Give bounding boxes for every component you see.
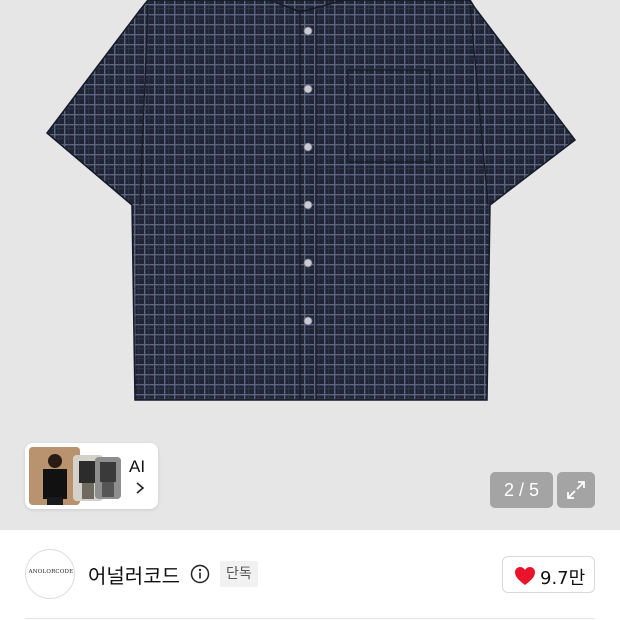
exclusive-badge: 단독 bbox=[220, 561, 258, 587]
brand-name[interactable]: 어널러코드 bbox=[88, 560, 180, 589]
seller-bar: ANOLORCODE 어널러코드 단독 9.7만 bbox=[0, 530, 620, 620]
brand-logo[interactable]: ANOLORCODE bbox=[25, 549, 75, 599]
expand-icon bbox=[567, 481, 585, 499]
like-count: 9.7만 bbox=[540, 568, 586, 589]
expand-image-button[interactable] bbox=[557, 472, 595, 508]
product-image-area[interactable]: AI 2 / 5 bbox=[0, 0, 620, 530]
image-pager-indicator: 2 / 5 bbox=[490, 472, 553, 508]
ai-style-card[interactable]: AI bbox=[25, 443, 158, 509]
outfit-thumbnail bbox=[95, 457, 121, 499]
like-button[interactable]: 9.7만 bbox=[502, 556, 595, 593]
divider bbox=[25, 618, 595, 619]
ai-label: AI bbox=[129, 457, 146, 476]
info-icon[interactable] bbox=[190, 564, 210, 584]
brand-logo-text: ANOLORCODE bbox=[28, 569, 74, 575]
ai-style-thumbnails bbox=[29, 447, 123, 505]
chevron-right-icon bbox=[136, 482, 145, 494]
heart-icon bbox=[515, 567, 535, 585]
